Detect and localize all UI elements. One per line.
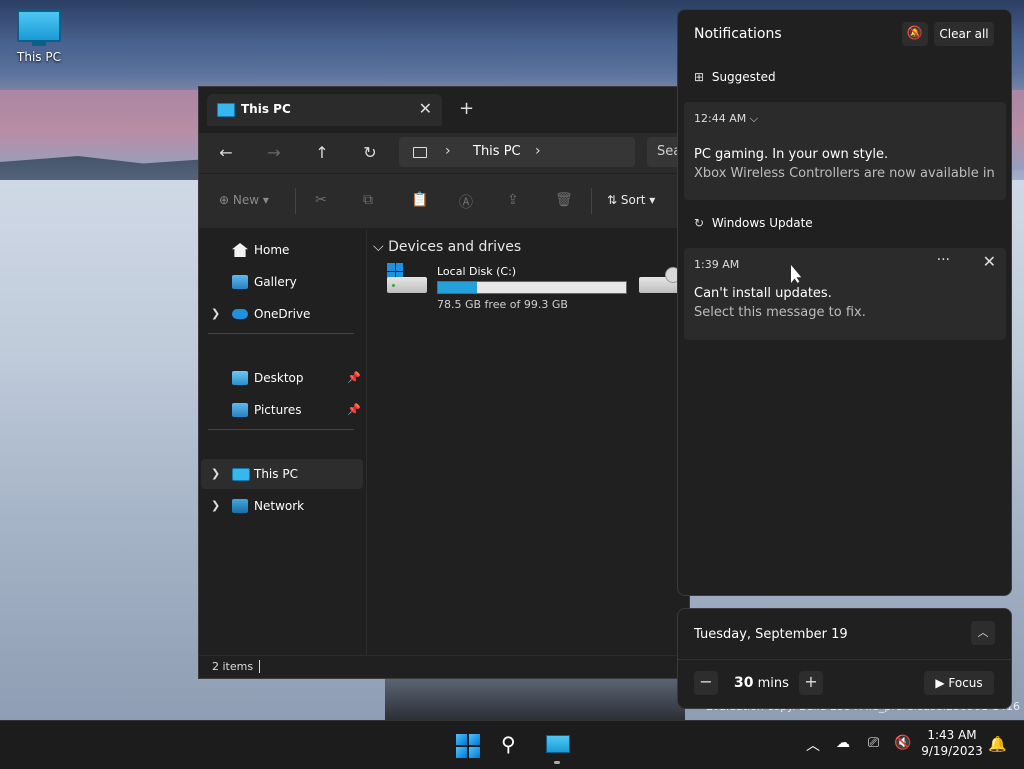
status-bar: 2 items bbox=[199, 655, 689, 678]
sidebar-item-pictures[interactable]: Pictures 📌 bbox=[201, 395, 363, 425]
sidebar-item-onedrive[interactable]: ❯ OneDrive bbox=[201, 299, 363, 329]
hard-drive-icon bbox=[387, 277, 427, 293]
notifications-title: Notifications bbox=[694, 26, 782, 42]
command-bar: ⊕ New ▾ ✂ ⧉ 📋 Ⓐ ⇪ 🗑 ⇅ Sort ▾ bbox=[199, 173, 689, 228]
monitor-icon bbox=[413, 147, 427, 158]
cloud-icon bbox=[232, 309, 248, 319]
chevron-right-icon[interactable]: › bbox=[535, 143, 541, 159]
cloud-info-icon[interactable]: ☁ bbox=[836, 735, 850, 751]
network-icon[interactable]: ⎚ bbox=[868, 735, 879, 751]
chevron-down-icon[interactable]: ⌵ bbox=[750, 112, 758, 125]
chevron-right-icon[interactable]: ❯ bbox=[211, 467, 220, 480]
pin-icon: 📌 bbox=[347, 403, 361, 416]
notification-bell-icon[interactable]: 🔔 bbox=[988, 735, 1007, 753]
desktop-folder-icon bbox=[232, 371, 248, 385]
increase-focus-button[interactable]: + bbox=[799, 671, 823, 695]
more-options-icon[interactable]: ··· bbox=[937, 252, 950, 268]
chevron-right-icon[interactable]: › bbox=[445, 143, 451, 159]
calendar-panel: Tuesday, September 19 ︿ − 30 mins + ▶ Fo… bbox=[677, 608, 1012, 709]
tab-title: This PC bbox=[241, 102, 291, 116]
this-pc-icon bbox=[217, 103, 235, 117]
new-button[interactable]: ⊕ New ▾ bbox=[219, 193, 269, 207]
pin-icon: 📌 bbox=[347, 371, 361, 384]
chevron-right-icon[interactable]: ❯ bbox=[211, 499, 220, 512]
chevron-right-icon[interactable]: ❯ bbox=[211, 307, 220, 320]
close-tab-icon[interactable]: ✕ bbox=[419, 99, 432, 118]
address-bar[interactable]: › This PC › bbox=[399, 137, 635, 167]
chevron-up-icon[interactable]: ︿ bbox=[971, 621, 995, 645]
sort-button[interactable]: ⇅ Sort ▾ bbox=[607, 193, 655, 207]
gallery-icon bbox=[232, 275, 248, 289]
this-pc-icon bbox=[17, 10, 61, 42]
notification-group-suggested: ⊞ Suggested bbox=[694, 70, 776, 84]
clear-all-button[interactable]: Clear all bbox=[934, 22, 994, 46]
drive-free-space: 78.5 GB free of 99.3 GB bbox=[437, 298, 568, 311]
desktop-icon-this-pc[interactable]: This PC bbox=[14, 10, 64, 64]
sidebar-item-home[interactable]: Home bbox=[201, 235, 363, 265]
drive-dvd[interactable] bbox=[639, 263, 681, 303]
chevron-up-icon[interactable]: ︿ bbox=[806, 735, 820, 755]
notification-title: Can't install updates. bbox=[694, 286, 832, 301]
this-pc-icon bbox=[232, 468, 250, 481]
network-icon bbox=[232, 499, 248, 513]
drive-usage-fill bbox=[438, 282, 478, 293]
notification-card-gaming[interactable]: 12:44 AM ⌵ PC gaming. In your own style.… bbox=[684, 102, 1006, 200]
close-icon[interactable]: ✕ bbox=[983, 252, 996, 271]
file-explorer-window: This PC ✕ + ← → ↑ ↻ › This PC › Sea ⊕ Ne… bbox=[198, 86, 690, 679]
file-explorer-taskbar-icon[interactable] bbox=[546, 735, 570, 753]
sidebar-item-this-pc[interactable]: ❯ This PC bbox=[201, 459, 363, 489]
notification-card-update[interactable]: 1:39 AM ··· ✕ Can't install updates. Sel… bbox=[684, 248, 1006, 340]
do-not-disturb-button[interactable]: 🔕 bbox=[902, 22, 928, 46]
forward-arrow-icon[interactable]: → bbox=[263, 143, 285, 162]
copy-icon[interactable]: ⧉ bbox=[363, 192, 373, 208]
start-button[interactable] bbox=[456, 734, 480, 758]
up-arrow-icon[interactable]: ↑ bbox=[311, 143, 333, 162]
breadcrumb[interactable]: This PC bbox=[473, 144, 521, 159]
focus-button[interactable]: ▶ Focus bbox=[924, 671, 994, 695]
explorer-navbar: ← → ↑ ↻ › This PC › Sea bbox=[199, 133, 689, 173]
explorer-tab[interactable]: This PC ✕ bbox=[207, 94, 442, 126]
refresh-icon: ↻ bbox=[694, 216, 705, 230]
notification-group-windows-update: ↻ Windows Update bbox=[694, 216, 813, 230]
drive-local-disk-c[interactable]: Local Disk (C:) 78.5 GB free of 99.3 GB bbox=[387, 263, 637, 313]
notification-body: Xbox Wireless Controllers are now availa… bbox=[694, 166, 994, 181]
refresh-icon[interactable]: ↻ bbox=[359, 143, 381, 162]
home-icon bbox=[232, 243, 248, 257]
new-tab-button[interactable]: + bbox=[459, 98, 474, 119]
pictures-icon bbox=[232, 403, 248, 417]
notification-body: Select this message to fix. bbox=[694, 305, 866, 320]
rename-icon[interactable]: Ⓐ bbox=[459, 192, 473, 212]
navigation-pane: Home Gallery ❯ OneDrive Desktop 📌 Pictur… bbox=[199, 229, 367, 657]
drive-name: Local Disk (C:) bbox=[437, 265, 517, 278]
sidebar-item-desktop[interactable]: Desktop 📌 bbox=[201, 363, 363, 393]
cut-icon[interactable]: ✂ bbox=[315, 192, 327, 208]
volume-muted-icon[interactable]: 🔇 bbox=[894, 735, 911, 751]
decrease-focus-button[interactable]: − bbox=[694, 671, 718, 695]
system-clock[interactable]: 1:43 AM 9/19/2023 bbox=[920, 727, 984, 759]
share-icon[interactable]: ⇪ bbox=[507, 192, 519, 208]
item-count: 2 items bbox=[212, 660, 254, 673]
sidebar-item-gallery[interactable]: Gallery bbox=[201, 267, 363, 297]
group-header[interactable]: ⌵ Devices and drives bbox=[373, 239, 521, 255]
focus-duration: 30 mins bbox=[734, 675, 789, 691]
notification-center: Notifications 🔕 Clear all ⊞ Suggested 12… bbox=[677, 9, 1012, 596]
search-icon[interactable]: ⚲ bbox=[501, 732, 516, 756]
desktop-icon-label: This PC bbox=[17, 50, 61, 64]
running-indicator bbox=[554, 761, 560, 764]
paste-icon[interactable]: 📋 bbox=[411, 192, 428, 208]
wallpaper-pier bbox=[385, 675, 685, 720]
delete-icon[interactable]: 🗑 bbox=[555, 192, 573, 208]
clock-date: 9/19/2023 bbox=[921, 744, 983, 758]
clock-time: 1:43 AM bbox=[927, 728, 977, 742]
back-arrow-icon[interactable]: ← bbox=[215, 143, 237, 162]
drive-usage-bar bbox=[437, 281, 627, 294]
taskbar: ⚲ ︿ ☁ ⎚ 🔇 1:43 AM 9/19/2023 🔔 bbox=[0, 720, 1024, 769]
sidebar-item-network[interactable]: ❯ Network bbox=[201, 491, 363, 521]
notification-title: PC gaming. In your own style. bbox=[694, 147, 889, 162]
content-pane: ⌵ Devices and drives Local Disk (C:) 78.… bbox=[367, 229, 689, 657]
suggested-icon: ⊞ bbox=[694, 70, 705, 84]
explorer-titlebar: This PC ✕ + bbox=[199, 87, 689, 133]
calendar-date: Tuesday, September 19 bbox=[694, 627, 848, 642]
